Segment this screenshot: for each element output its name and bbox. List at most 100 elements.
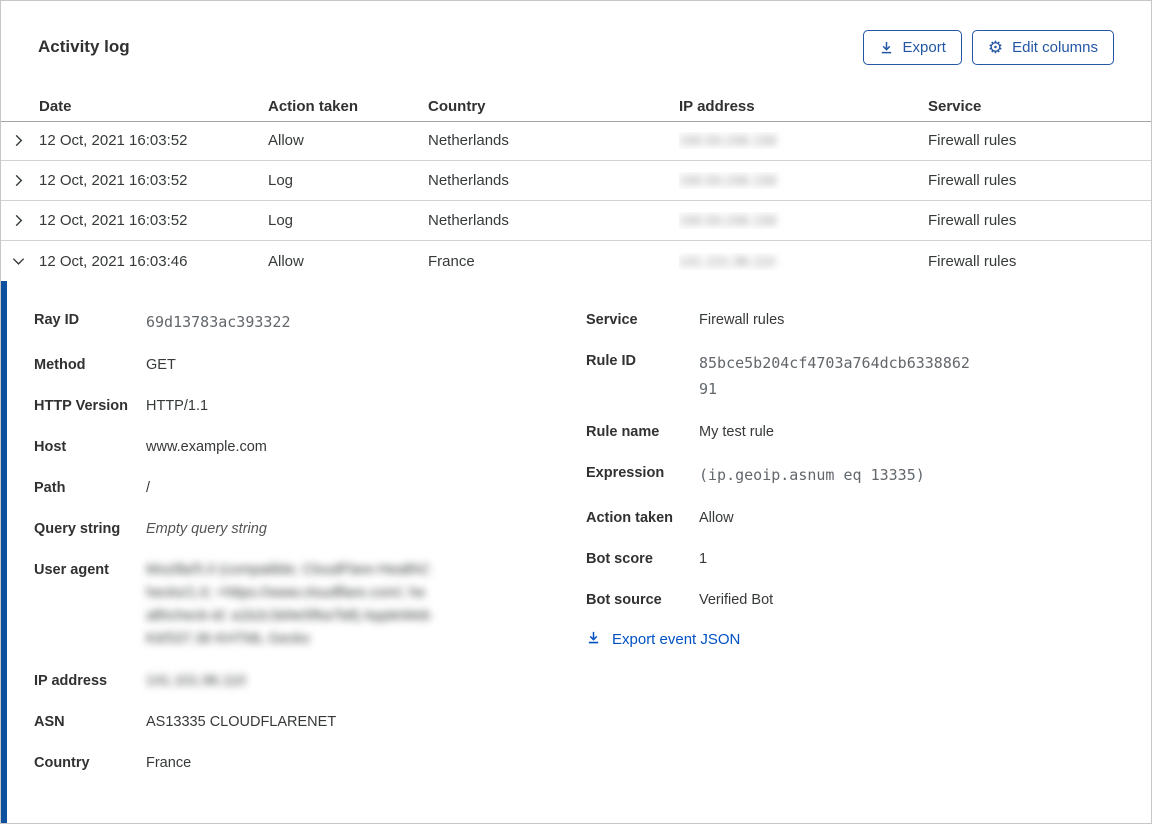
export-event-json-label: Export event JSON — [612, 631, 741, 648]
detail-field-expression: Expression (ip.geoip.asnum eq 13335) — [586, 462, 1151, 488]
event-detail-panel: Ray ID 69d13783ac393322 Method GET HTTP … — [1, 281, 1151, 823]
field-value: (ip.geoip.asnum eq 13335) — [699, 466, 925, 484]
field-label: Bot score — [586, 551, 653, 567]
row-service: Firewall rules — [928, 252, 1017, 270]
field-value: AS13335 CLOUDFLARENET — [146, 714, 337, 730]
row-service: Firewall rules — [928, 172, 1017, 190]
field-label: Path — [34, 480, 66, 496]
export-button-label: Export — [902, 38, 946, 56]
field-value: www.example.com — [146, 439, 267, 455]
row-service: Firewall rules — [928, 212, 1017, 230]
topbar: Activity log Export ⚙︎ Edit columns — [1, 1, 1151, 93]
column-header-action-taken: Action taken — [268, 98, 359, 116]
row-action: Allow — [268, 132, 304, 150]
table-row[interactable]: 12 Oct, 2021 16:03:52 Log Netherlands 19… — [1, 161, 1151, 202]
detail-field-user-agent: User agent Mozilla/5.0 (compatible; Clou… — [34, 559, 586, 651]
activity-log-panel: Activity log Export ⚙︎ Edit columns Date… — [0, 0, 1152, 824]
row-date: 12 Oct, 2021 16:03:52 — [39, 172, 188, 190]
edit-columns-button[interactable]: ⚙︎ Edit columns — [971, 29, 1114, 65]
export-event-json-link[interactable]: Export event JSON — [586, 630, 1151, 649]
field-label: Rule ID — [586, 353, 636, 369]
row-action: Log — [268, 172, 294, 190]
detail-field-bot-score: Bot score 1 — [586, 548, 1151, 570]
detail-field-path: Path / — [34, 477, 586, 499]
table-row-expanded[interactable]: 12 Oct, 2021 16:03:46 Allow France 141.1… — [1, 241, 1151, 281]
table-header-row: Date Action taken Country IP address Ser… — [1, 93, 1151, 122]
chevron-down-icon[interactable] — [1, 254, 39, 269]
field-label: Country — [34, 755, 90, 771]
detail-field-bot-source: Bot source Verified Bot — [586, 589, 1151, 611]
detail-field-rule-id: Rule ID 85bce5b204cf4703a764dcb633886291 — [586, 350, 1151, 402]
field-label: Rule name — [586, 424, 660, 440]
row-country: France — [428, 252, 475, 270]
row-country: Netherlands — [428, 132, 509, 150]
event-detail-left-column: Ray ID 69d13783ac393322 Method GET HTTP … — [34, 309, 586, 793]
detail-field-ray-id: Ray ID 69d13783ac393322 — [34, 309, 586, 335]
toolbar: Export ⚙︎ Edit columns — [862, 29, 1114, 65]
detail-field-service: Service Firewall rules — [586, 309, 1151, 331]
detail-field-ip-address: IP address 141.101.96.110 — [34, 670, 586, 692]
field-label: Query string — [34, 521, 121, 537]
row-ip-redacted: 190.93.246.158 — [679, 172, 777, 189]
column-header-country: Country — [428, 98, 486, 116]
detail-field-action-taken: Action taken Allow — [586, 507, 1151, 529]
field-value: 69d13783ac393322 — [146, 313, 291, 331]
field-value: GET — [146, 357, 176, 373]
row-action: Allow — [268, 252, 304, 270]
field-label: Action taken — [586, 510, 674, 526]
field-value: HTTP/1.1 — [146, 398, 209, 414]
export-button[interactable]: Export — [862, 29, 962, 65]
field-label: Ray ID — [34, 312, 80, 328]
table-row[interactable]: 12 Oct, 2021 16:03:52 Allow Netherlands … — [1, 122, 1151, 162]
field-label: HTTP Version — [34, 398, 129, 414]
row-date: 12 Oct, 2021 16:03:52 — [39, 212, 188, 230]
row-ip-redacted: 190.93.246.158 — [679, 132, 777, 149]
field-value: My test rule — [699, 424, 774, 440]
field-label: Expression — [586, 465, 665, 481]
download-icon — [586, 630, 601, 649]
field-value: Firewall rules — [699, 312, 785, 328]
field-label: IP address — [34, 673, 108, 689]
table-row[interactable]: 12 Oct, 2021 16:03:52 Log Netherlands 19… — [1, 201, 1151, 242]
field-value: Allow — [699, 510, 734, 526]
field-label: ASN — [34, 714, 65, 730]
detail-field-asn: ASN AS13335 CLOUDFLARENET — [34, 711, 586, 733]
row-country: Netherlands — [428, 172, 509, 190]
field-value: 85bce5b204cf4703a764dcb633886291 — [699, 354, 970, 398]
detail-field-query-string: Query string Empty query string — [34, 518, 586, 540]
column-header-date: Date — [39, 98, 72, 116]
field-label: User agent — [34, 562, 109, 578]
field-label: Bot source — [586, 592, 662, 608]
download-icon — [879, 40, 894, 55]
column-header-ip-address: IP address — [679, 98, 755, 116]
field-label: Host — [34, 439, 67, 455]
row-ip-redacted: 190.93.246.158 — [679, 212, 777, 229]
event-detail-right-column: Service Firewall rules Rule ID 85bce5b20… — [586, 309, 1151, 649]
page-title: Activity log — [38, 37, 130, 56]
edit-columns-button-label: Edit columns — [1012, 38, 1098, 56]
field-value: 1 — [699, 551, 708, 567]
field-value-redacted: 141.101.96.110 — [146, 673, 246, 689]
row-service: Firewall rules — [928, 132, 1017, 150]
chevron-right-icon[interactable] — [1, 213, 39, 228]
chevron-right-icon[interactable] — [1, 133, 39, 148]
column-header-service: Service — [928, 98, 982, 116]
detail-field-host: Host www.example.com — [34, 436, 586, 458]
field-value: France — [146, 755, 192, 771]
detail-field-rule-name: Rule name My test rule — [586, 421, 1151, 443]
row-date: 12 Oct, 2021 16:03:52 — [39, 132, 188, 150]
detail-field-http-version: HTTP Version HTTP/1.1 — [34, 395, 586, 417]
row-ip-redacted: 141.101.96.110 — [679, 252, 776, 269]
field-value: Empty query string — [146, 521, 267, 537]
field-value: / — [146, 480, 151, 496]
chevron-right-icon[interactable] — [1, 173, 39, 188]
field-label: Method — [34, 357, 86, 373]
row-country: Netherlands — [428, 212, 509, 230]
field-label: Service — [586, 312, 638, 328]
row-date: 12 Oct, 2021 16:03:46 — [39, 252, 188, 270]
field-value-redacted: Mozilla/5.0 (compatible; CloudFlare-Heal… — [146, 562, 431, 647]
field-value: Verified Bot — [699, 592, 774, 608]
row-action: Log — [268, 212, 294, 230]
detail-field-method: Method GET — [34, 354, 586, 376]
detail-field-country: Country France — [34, 752, 586, 774]
